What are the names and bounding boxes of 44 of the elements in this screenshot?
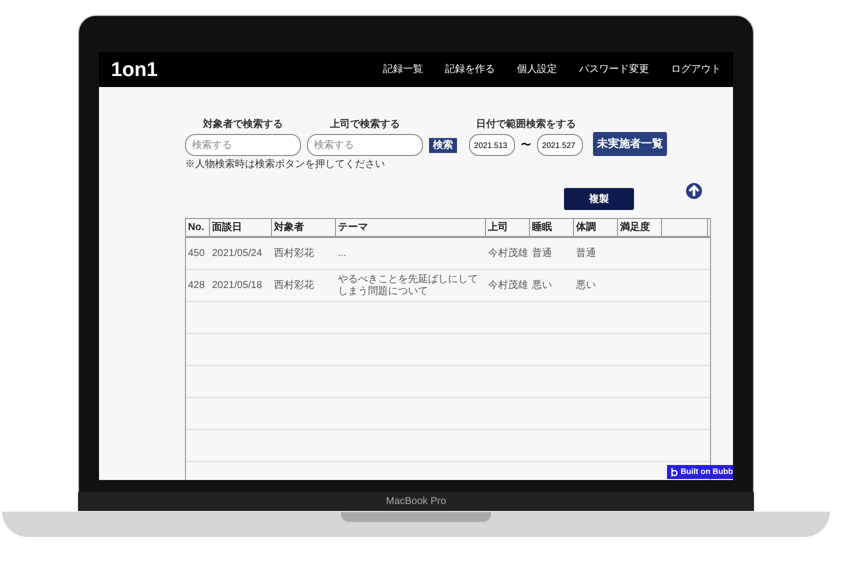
table-cell: 西村彩花: [274, 280, 314, 292]
table-cell: 今村茂雄: [488, 248, 528, 260]
table-cell-text: やるべきことを先延ばしにしてしまう問題について: [338, 274, 479, 298]
column-header: 睡眠: [532, 222, 552, 233]
logo[interactable]: 1on1: [111, 54, 158, 84]
nav-link[interactable]: ログアウト: [671, 62, 721, 77]
table-cell: ...: [338, 248, 346, 260]
nav-link[interactable]: 記録を作る: [445, 62, 495, 77]
search-label: 上司で検索する: [330, 118, 400, 132]
column-header: No.: [188, 222, 204, 233]
table-cell: 悪い: [576, 280, 596, 292]
search-button[interactable]: 検索: [429, 138, 457, 153]
nav-link[interactable]: パスワード変更: [579, 62, 649, 77]
date-field[interactable]: 2021.513: [469, 134, 515, 156]
table-cell: 428: [188, 280, 205, 292]
column-header: 上司: [488, 222, 508, 233]
column-header: 体調: [576, 222, 596, 233]
table-cell: 普通: [576, 248, 596, 260]
tilde: 〜: [521, 138, 531, 152]
search-hint: ※人物検索時は検索ボタンを押してください: [185, 158, 386, 172]
nav-link[interactable]: 個人設定: [517, 62, 557, 77]
table-cell: 今村茂雄: [488, 280, 528, 292]
table-cell: 普通: [532, 248, 552, 260]
table-cell: 2021/05/24: [212, 248, 262, 260]
column-header: 満足度: [620, 222, 650, 233]
model-label: MacBook Pro: [386, 495, 446, 509]
column-header: 対象者: [274, 222, 304, 233]
pending-list-button[interactable]: 未実施者一覧: [593, 132, 667, 156]
column-header: テーマ: [338, 222, 368, 233]
table-cell: 悪い: [532, 280, 552, 292]
table-cell: 450: [188, 248, 205, 260]
search-field[interactable]: 検索する: [307, 134, 423, 156]
nav-link[interactable]: 記録一覧: [383, 62, 423, 77]
column-header: 面談日: [212, 222, 242, 233]
table-cell: 2021/05/18: [212, 280, 262, 292]
scroll-up-icon[interactable]: [685, 182, 703, 200]
date-field[interactable]: 2021.527: [537, 134, 583, 156]
date-range-label: 日付で範囲検索をする: [476, 118, 576, 132]
table-cell: 西村彩花: [274, 248, 314, 260]
search-field[interactable]: 検索する: [185, 134, 301, 156]
search-label: 対象者で検索する: [203, 117, 283, 132]
b-logo-icon: [670, 468, 678, 476]
built-on-badge[interactable]: Built on Bubb: [666, 465, 733, 479]
copy-button[interactable]: 複製: [564, 188, 634, 210]
